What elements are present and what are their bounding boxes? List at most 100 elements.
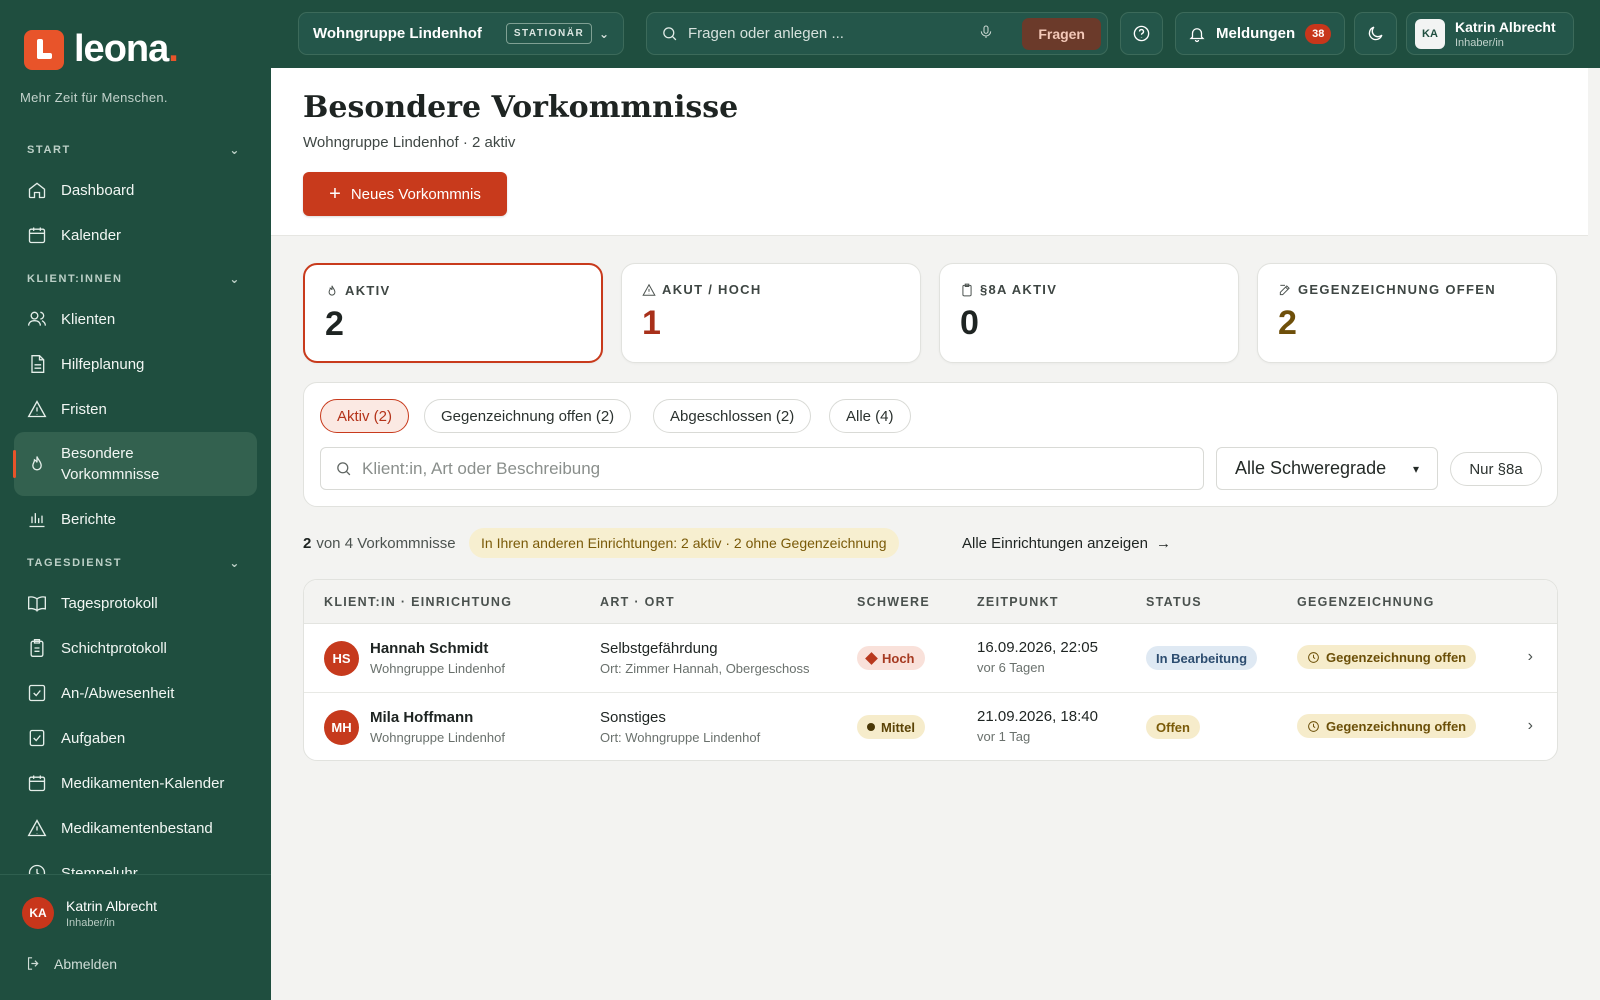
incident-place: Ort: Wohngruppe Lindenhof xyxy=(600,730,761,745)
home-icon xyxy=(27,180,47,200)
client-name: Hannah Schmidt xyxy=(370,640,489,657)
incident-ago: vor 6 Tagen xyxy=(977,660,1045,675)
sidebar-user[interactable]: KA Katrin Albrecht Inhaber/in xyxy=(22,897,157,929)
filter-chip-gegenzeichnung-offen[interactable]: Gegenzeichnung offen (2) xyxy=(424,399,632,433)
clock-icon xyxy=(1308,651,1319,663)
filter-panel: Aktiv (2) Gegenzeichnung offen (2) Abges… xyxy=(303,382,1558,507)
sidebar-item-tagesprotokoll[interactable]: Tagesprotokoll xyxy=(14,581,257,625)
column-header[interactable]: KLIENT:IN · EINRICHTUNG xyxy=(324,595,512,609)
search-icon xyxy=(337,462,351,476)
client-name: Mila Hoffmann xyxy=(370,709,474,726)
stat-card-gegenzeichnung-offen[interactable]: GEGENZEICHNUNG OFFEN 2 xyxy=(1257,263,1557,363)
chevron-right-icon[interactable]: › xyxy=(1528,648,1533,666)
diamond-icon xyxy=(865,651,878,665)
sidebar-footer: KA Katrin Albrecht Inhaber/in Abmelden xyxy=(0,874,271,1000)
stat-label: AKUT / HOCH xyxy=(662,282,762,297)
avatar: KA xyxy=(22,897,54,929)
microphone-icon[interactable] xyxy=(978,24,1004,44)
client-facility: Wohngruppe Lindenhof xyxy=(370,661,505,676)
search-icon xyxy=(663,27,677,41)
severity-badge: Hoch xyxy=(857,646,925,670)
stat-label: AKTIV xyxy=(345,283,391,298)
bar-chart-icon xyxy=(27,509,47,529)
logo-dot: . xyxy=(168,28,179,70)
sidebar-item-aufgaben[interactable]: Aufgaben xyxy=(14,716,257,760)
calendar-icon xyxy=(27,225,47,245)
chevron-down-icon: ▾ xyxy=(1412,461,1419,476)
column-header[interactable]: SCHWERE xyxy=(857,595,930,609)
clock-icon xyxy=(27,863,47,874)
nav-section-tagesdienst[interactable]: TAGESDIENST ⌄ xyxy=(0,545,271,581)
stat-card-akut-hoch[interactable]: AKUT / HOCH 1 xyxy=(621,263,921,363)
document-icon xyxy=(27,354,47,374)
stat-card-8a-aktiv[interactable]: §8A AKTIV 0 xyxy=(939,263,1239,363)
help-button[interactable] xyxy=(1120,12,1163,55)
warning-icon xyxy=(642,283,656,296)
sidebar-nav[interactable]: START ⌄ Dashboard Kalender KLIENT:INNEN ⌄ … xyxy=(0,128,271,874)
help-icon xyxy=(1133,25,1150,42)
warning-icon xyxy=(27,399,47,419)
sidebar-item-hilfeplanung[interactable]: Hilfeplanung xyxy=(14,342,257,386)
task-icon xyxy=(27,728,47,748)
table-row[interactable]: MH Mila Hoffmann Wohngruppe Lindenhof So… xyxy=(304,693,1557,760)
logout-button[interactable]: Abmelden xyxy=(25,955,117,972)
edit-icon xyxy=(1279,284,1290,295)
sidebar-item-abwesenheit[interactable]: An-/Abwesenheit xyxy=(14,671,257,715)
incident-search-input[interactable]: Klient:in, Art oder Beschreibung xyxy=(320,447,1204,490)
sidebar-item-kalender[interactable]: Kalender xyxy=(14,213,257,257)
plus-icon: + xyxy=(329,182,341,205)
page-header: Besondere Vorkommnisse Wohngruppe Linden… xyxy=(271,68,1588,236)
bell-icon xyxy=(1189,27,1205,42)
sidebar-item-stempeluhr[interactable]: Stempeluhr xyxy=(14,851,257,874)
global-search[interactable]: Fragen oder anlegen ... Fragen xyxy=(646,12,1108,55)
chevron-down-icon: ⌄ xyxy=(229,556,241,570)
filter-chip-alle[interactable]: Alle (4) xyxy=(829,399,911,433)
global-search-input[interactable]: Fragen oder anlegen ... xyxy=(688,25,844,42)
chevron-right-icon[interactable]: › xyxy=(1528,717,1533,735)
stat-value: 2 xyxy=(325,305,344,343)
moon-icon xyxy=(1368,26,1383,41)
sidebar-item-fristen[interactable]: Fristen xyxy=(14,387,257,431)
column-header[interactable]: STATUS xyxy=(1146,595,1202,609)
all-facilities-link[interactable]: Alle Einrichtungen anzeigen → xyxy=(962,528,1171,558)
user-menu[interactable]: KA Katrin Albrecht Inhaber/in xyxy=(1406,12,1574,55)
stat-card-aktiv[interactable]: AKTIV 2 xyxy=(303,263,603,363)
client-facility: Wohngruppe Lindenhof xyxy=(370,730,505,745)
flame-icon xyxy=(27,454,47,474)
stat-value: 2 xyxy=(1278,304,1297,342)
nav-section-klienten[interactable]: KLIENT:INNEN ⌄ xyxy=(0,261,271,297)
location-name: Wohngruppe Lindenhof xyxy=(313,25,482,42)
sidebar-item-medikamentenbestand[interactable]: Medikamentenbestand xyxy=(14,806,257,850)
sidebar-item-schichtprotokoll[interactable]: Schichtprotokoll xyxy=(14,626,257,670)
new-incident-button[interactable]: + Neues Vorkommnis xyxy=(303,172,507,216)
column-header[interactable]: GEGENZEICHNUNG xyxy=(1297,595,1435,609)
location-selector[interactable]: Wohngruppe Lindenhof STATIONÄR ⌄ xyxy=(298,12,624,55)
notifications-button[interactable]: Meldungen 38 xyxy=(1175,12,1345,55)
other-facilities-info: In Ihren anderen Einrichtungen: 2 aktiv … xyxy=(469,528,899,558)
incident-time: 16.09.2026, 22:05 xyxy=(977,639,1098,656)
column-header[interactable]: ZEITPUNKT xyxy=(977,595,1059,609)
sidebar-item-berichte[interactable]: Berichte xyxy=(14,497,257,541)
filter-chip-aktiv[interactable]: Aktiv (2) xyxy=(320,399,410,433)
only-8a-toggle[interactable]: Nur §8a xyxy=(1450,452,1542,486)
column-header[interactable]: ART · ORT xyxy=(600,595,675,609)
user-role: Inhaber/in xyxy=(1455,36,1504,49)
sidebar-item-besondere-vorkommnisse[interactable]: Besondere Vorkommnisse xyxy=(13,432,257,496)
ask-button[interactable]: Fragen xyxy=(1022,17,1101,50)
sidebar-item-dashboard[interactable]: Dashboard xyxy=(14,168,257,212)
tagline: Mehr Zeit für Menschen. xyxy=(20,90,168,105)
sidebar-item-medikamenten-kalender[interactable]: Medikamenten-Kalender xyxy=(14,761,257,805)
table-row[interactable]: HS Hannah Schmidt Wohngruppe Lindenhof S… xyxy=(304,624,1557,693)
user-name: Katrin Albrecht xyxy=(1455,18,1556,35)
book-icon xyxy=(27,593,47,613)
client-avatar: MH xyxy=(324,710,359,745)
sidebar-item-klienten[interactable]: Klienten xyxy=(14,297,257,341)
stat-label: GEGENZEICHNUNG OFFEN xyxy=(1298,282,1496,297)
severity-select[interactable]: Alle Schweregrade ▾ xyxy=(1216,447,1438,490)
incident-type: Sonstiges xyxy=(600,709,666,726)
app-logo[interactable]: leona. xyxy=(24,28,179,71)
nav-section-start[interactable]: START ⌄ xyxy=(0,132,271,168)
filter-chip-abgeschlossen[interactable]: Abgeschlossen (2) xyxy=(653,399,812,433)
countersign-badge: Gegenzeichnung offen xyxy=(1297,645,1477,669)
theme-toggle[interactable] xyxy=(1354,12,1397,55)
